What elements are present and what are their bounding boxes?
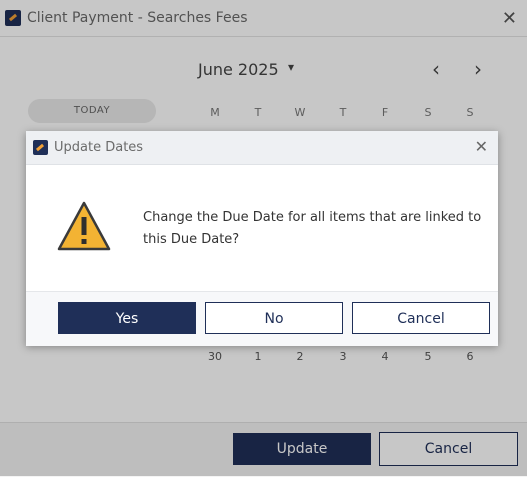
dialog-logo-icon: [33, 140, 48, 155]
dialog-titlebar: Update Dates ✕: [26, 131, 498, 165]
yes-button[interactable]: Yes: [58, 302, 196, 334]
warning-icon: [57, 201, 111, 251]
dialog-message: Change the Due Date for all items that a…: [143, 210, 482, 247]
dialog-close-icon[interactable]: ✕: [475, 137, 488, 156]
dialog-cancel-button[interactable]: Cancel: [352, 302, 490, 334]
dialog-title: Update Dates: [54, 140, 144, 155]
no-button[interactable]: No: [205, 302, 343, 334]
update-dates-dialog: Update Dates ✕ Change the Due Date for a…: [26, 131, 498, 346]
